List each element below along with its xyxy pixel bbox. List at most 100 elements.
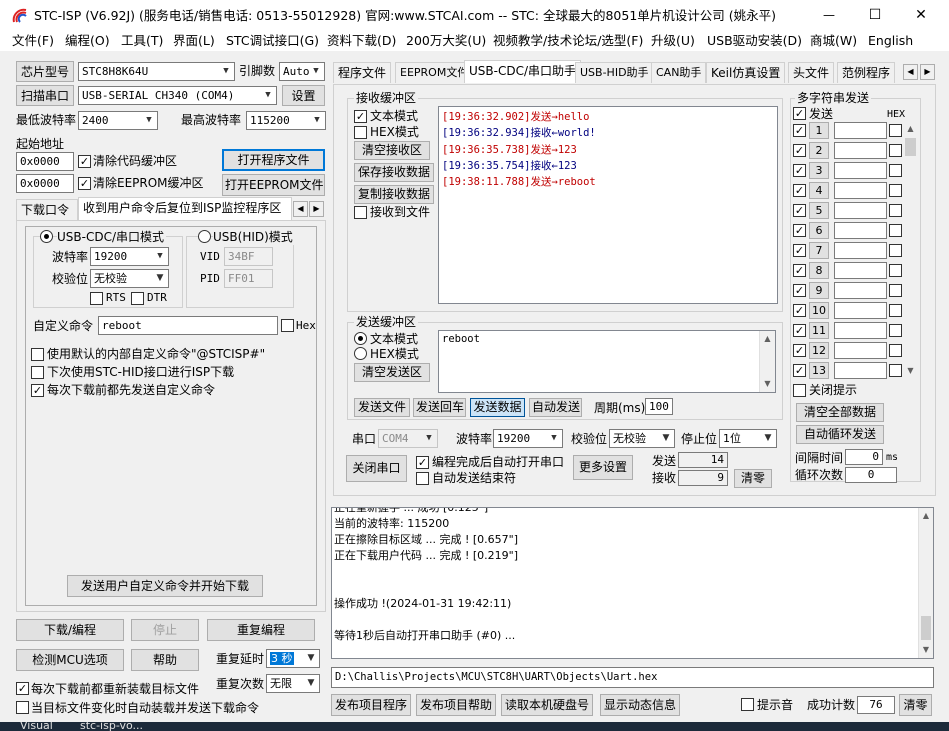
multi-row-input[interactable] [834,182,887,199]
multi-row-hex-checkbox[interactable] [889,344,902,357]
custom-command-input[interactable]: reboot [98,316,278,335]
publish-program-button[interactable]: 发布项目程序 [331,694,411,716]
tab-scroll-right-icon[interactable]: ▶ [920,64,935,80]
tx-text-mode-radio[interactable] [354,332,367,345]
multi-row-input[interactable] [834,222,887,239]
rx-hex-mode-checkbox[interactable] [354,126,367,139]
menu-upgrade[interactable]: 升级(U) [651,33,695,49]
multi-row-send-button[interactable]: 13 [809,362,829,379]
menu-video[interactable]: 视频教学/技术论坛/选型(F) [493,33,643,49]
rx-to-file-checkbox[interactable] [354,206,367,219]
multi-row-checkbox[interactable]: ✓ [793,284,806,297]
pid-field[interactable]: FF01 [224,269,273,288]
scroll-down-icon[interactable]: ▼ [919,642,933,658]
multi-row-input[interactable] [834,242,887,259]
auto-open-port-checkbox[interactable]: ✓ [416,456,429,469]
multi-row-send-button[interactable]: 11 [809,322,829,339]
auto-send-button[interactable]: 自动发送 [529,398,582,417]
chip-model-select[interactable]: STC8H8K64U ▼ [78,62,235,81]
custom-hex-checkbox[interactable] [281,319,294,332]
menu-debug[interactable]: STC调试接口(G) [226,33,319,49]
log-output[interactable]: 正在重新握手 ... 成功 [0.125"] 当前的波特率: 115200 正在… [331,507,934,659]
scroll-down-icon[interactable]: ▼ [760,376,775,392]
menu-tools[interactable]: 工具(T) [121,33,163,49]
menu-prize[interactable]: 200万大奖(U) [406,33,486,49]
tab-scroll-left-icon[interactable]: ◀ [903,64,918,80]
multi-row-checkbox[interactable]: ✓ [793,124,806,137]
tab-can-assistant[interactable]: CAN助手 [651,62,707,83]
loop-count-input[interactable]: 0 [845,467,897,483]
read-disk-id-button[interactable]: 读取本机硬盘号 [501,694,593,716]
rts-checkbox[interactable] [90,292,103,305]
multi-row-hex-checkbox[interactable] [889,304,902,317]
tab-examples[interactable]: 范例程序 [837,62,896,83]
multi-row-send-button[interactable]: 1 [809,122,829,139]
port-settings-button[interactable]: 设置 [282,85,325,106]
menu-file[interactable]: 文件(F) [12,33,54,49]
multi-row-input[interactable] [834,162,887,179]
tx-buffer-input[interactable]: reboot [438,330,776,393]
open-program-file-button[interactable]: 打开程序文件 [222,149,325,171]
multi-row-hex-checkbox[interactable] [889,324,902,337]
check-mcu-button[interactable]: 检测MCU选项 [16,649,124,671]
rx-buffer-display[interactable]: [19:36:32.902]发送→hello [19:36:32.934]接收←… [438,106,778,304]
multi-row-hex-checkbox[interactable] [889,164,902,177]
eeprom-start-address[interactable]: 0x0000 [16,174,74,193]
tx-hex-mode-radio[interactable] [354,347,367,360]
stop-button[interactable]: 停止 [131,619,199,641]
multi-row-hex-checkbox[interactable] [889,184,902,197]
tab-program-file[interactable]: 程序文件 [333,62,392,83]
tab-hid-assistant[interactable]: USB-HID助手 [575,62,654,83]
scroll-thumb[interactable] [905,138,916,156]
cdc-parity-select[interactable]: 无校验 ▼ [90,269,169,288]
tab-keil-settings[interactable]: Keil仿真设置 [706,62,786,83]
default-command-checkbox[interactable] [31,348,44,361]
close-tip-checkbox[interactable] [793,384,806,397]
clear-success-count-button[interactable]: 清零 [899,694,932,716]
send-return-button[interactable]: 发送回车 [413,398,466,417]
multi-row-hex-checkbox[interactable] [889,204,902,217]
multi-row-checkbox[interactable]: ✓ [793,244,806,257]
tab-scroll-right-icon[interactable]: ▶ [309,201,324,217]
tx-scrollbar[interactable]: ▲ ▼ [759,331,775,392]
multi-row-checkbox[interactable]: ✓ [793,304,806,317]
multi-row-input[interactable] [834,142,887,159]
maximize-button[interactable]: ☐ [852,4,898,26]
multi-row-send-button[interactable]: 10 [809,302,829,319]
repeat-count-select[interactable]: 无限 ▼ [266,674,320,693]
chip-model-button[interactable]: 芯片型号 [16,61,74,82]
multi-row-send-button[interactable]: 12 [809,342,829,359]
multi-row-hex-checkbox[interactable] [889,284,902,297]
usb-hid-mode-radio[interactable] [198,230,211,243]
publish-help-button[interactable]: 发布项目帮助 [416,694,496,716]
multi-row-send-button[interactable]: 2 [809,142,829,159]
multi-row-checkbox[interactable]: ✓ [793,344,806,357]
multi-row-send-button[interactable]: 4 [809,182,829,199]
dtr-checkbox[interactable] [131,292,144,305]
tab-download-password[interactable]: 下载口令 [16,199,78,220]
multi-row-send-button[interactable]: 8 [809,262,829,279]
max-baud-select[interactable]: 115200 ▼ [246,111,326,130]
port-select[interactable]: USB-SERIAL CH340 (COM4) ▼ [78,86,277,105]
usb-cdc-mode-radio[interactable] [40,230,53,243]
scroll-up-icon[interactable]: ▲ [760,331,775,347]
more-settings-button[interactable]: 更多设置 [573,455,633,480]
clear-all-data-button[interactable]: 清空全部数据 [796,403,884,422]
save-rx-button[interactable]: 保存接收数据 [354,163,434,182]
assistant-baud-select[interactable]: 19200 ▼ [493,429,563,448]
multi-row-hex-checkbox[interactable] [889,244,902,257]
multi-row-send-button[interactable]: 5 [809,202,829,219]
pin-count-select[interactable]: Auto ▼ [279,62,325,81]
multi-row-send-button[interactable]: 7 [809,242,829,259]
interval-input[interactable]: 0 [845,449,883,465]
send-data-button[interactable]: 发送数据 [470,398,525,417]
code-start-address[interactable]: 0x0000 [16,152,74,171]
tab-scroll-left-icon[interactable]: ◀ [293,201,308,217]
reload-target-checkbox[interactable]: ✓ [16,682,29,695]
log-scrollbar[interactable]: ▲ ▼ [918,508,933,658]
clear-eeprom-checkbox[interactable]: ✓ [78,177,91,190]
multi-row-hex-checkbox[interactable] [889,364,902,377]
multi-row-checkbox[interactable]: ✓ [793,164,806,177]
menu-interface[interactable]: 界面(L) [173,33,215,49]
open-eeprom-file-button[interactable]: 打开EEPROM文件 [222,174,325,196]
